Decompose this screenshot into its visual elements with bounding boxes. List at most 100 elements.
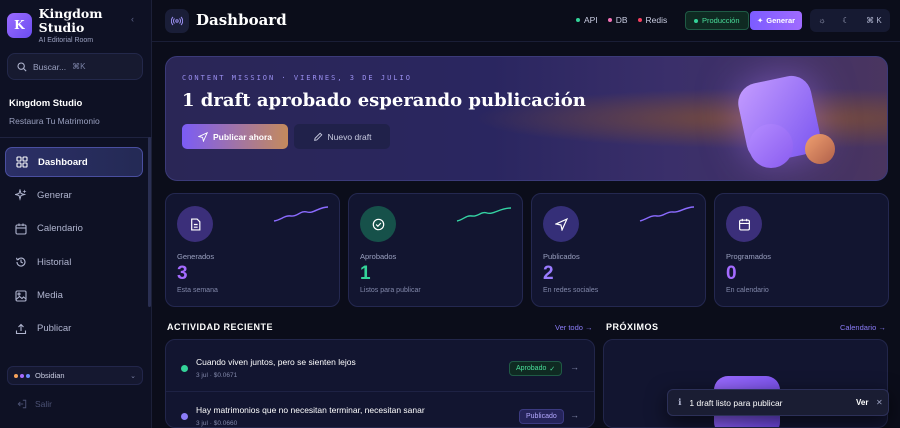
sidebar-divider xyxy=(0,137,152,138)
stat-card-aprobados[interactable]: Aprobados 1 Listos para publicar xyxy=(348,193,523,307)
workspace-name[interactable]: Kingdom Studio xyxy=(9,98,82,109)
info-icon: ℹ xyxy=(678,397,682,407)
status-badge: Aprobado ✓ xyxy=(509,361,563,376)
sidebar-item-label: Publicar xyxy=(37,323,72,335)
moon-icon[interactable]: ☾ xyxy=(842,16,849,25)
send-icon xyxy=(197,131,208,142)
theme-dot xyxy=(26,373,30,378)
page-title: Dashboard xyxy=(196,11,287,29)
stat-label: Publicados xyxy=(543,252,580,261)
status-dot xyxy=(181,413,188,420)
search-icon xyxy=(17,61,27,72)
activity-item[interactable]: Cuando viven juntos, pero se sienten lej… xyxy=(166,340,594,390)
service-status: API DB Redis xyxy=(576,15,667,25)
top-header: Dashboard API DB Redis Producción ✦ Gener… xyxy=(152,0,900,42)
command-shortcut[interactable]: ⌘ K xyxy=(866,16,882,25)
status-redis: Redis xyxy=(637,15,667,25)
check-circle-icon xyxy=(360,206,396,242)
view-all-link[interactable]: Ver todo → xyxy=(555,323,593,332)
hero-eyebrow: CONTENT MISSION · VIERNES, 3 DE JULIO xyxy=(182,74,412,82)
hero-title: 1 draft aprobado esperando publicación xyxy=(182,90,586,111)
sidebar-item-calendario[interactable]: Calendario xyxy=(5,214,143,244)
search-input[interactable]: Buscar... ⌘K xyxy=(7,53,143,80)
theme-dots xyxy=(14,373,30,378)
header-tools: ☼ ☾ ⌘ K xyxy=(810,9,890,32)
search-placeholder: Buscar... xyxy=(33,61,67,72)
brand-logo: K xyxy=(7,12,32,38)
stat-card-programados[interactable]: Programados 0 En calendario xyxy=(714,193,889,307)
stat-sub: En redes sociales xyxy=(543,287,599,294)
brand[interactable]: K Kingdom Studio AI Editorial Room xyxy=(7,7,151,44)
close-icon[interactable]: ✕ xyxy=(876,398,883,407)
calendar-icon xyxy=(15,223,27,235)
sidebar-item-label: Calendario xyxy=(37,223,83,235)
sidebar-item-generar[interactable]: Generar xyxy=(5,180,143,210)
status-api: API xyxy=(576,15,598,25)
environment-badge[interactable]: Producción xyxy=(685,11,749,30)
activity-item-title: Hay matrimonios que no necesitan termina… xyxy=(196,405,425,415)
sidebar-nav: Dashboard Generar Calendario Historial M… xyxy=(5,147,143,347)
sidebar-item-label: Historial xyxy=(37,256,72,268)
search-shortcut: ⌘K xyxy=(72,62,86,71)
status-dot xyxy=(181,365,188,372)
stat-value: 1 xyxy=(360,263,371,284)
history-icon xyxy=(15,257,26,267)
stat-card-generados[interactable]: Generados 3 Esta semana xyxy=(165,193,340,307)
logout-button[interactable]: Salir xyxy=(17,399,52,409)
calendar-icon xyxy=(726,206,762,242)
stat-value: 2 xyxy=(543,263,554,284)
brand-subtitle: AI Editorial Room xyxy=(38,36,94,44)
sidebar-item-media[interactable]: Media xyxy=(5,281,143,311)
stat-sub: Listos para publicar xyxy=(360,287,421,294)
sidebar-item-dashboard[interactable]: Dashboard xyxy=(5,147,143,177)
brand-name: Kingdom Studio xyxy=(38,6,103,35)
sidebar-item-label: Generar xyxy=(37,189,72,201)
hero-banner: CONTENT MISSION · VIERNES, 3 DE JULIO 1 … xyxy=(165,56,888,181)
sun-icon[interactable]: ☼ xyxy=(818,16,825,25)
upcoming-title: PRÓXIMOS xyxy=(606,322,659,332)
stat-sub: En calendario xyxy=(726,287,769,294)
publish-now-button[interactable]: Publicar ahora xyxy=(182,124,288,149)
theme-select[interactable]: Obsidian ⌄ xyxy=(7,366,143,385)
stat-value: 0 xyxy=(726,263,737,284)
logout-icon xyxy=(17,399,27,409)
pencil-icon xyxy=(313,132,322,141)
broadcast-icon xyxy=(165,9,189,33)
theme-dot xyxy=(14,373,18,378)
sidebar: K Kingdom Studio AI Editorial Room ‹ Bus… xyxy=(0,0,152,428)
sidebar-item-historial[interactable]: Historial xyxy=(5,247,143,277)
generate-button[interactable]: ✦ Generar xyxy=(750,11,803,30)
send-icon xyxy=(543,206,579,242)
arrow-right-icon[interactable]: → xyxy=(570,362,579,372)
stat-card-publicados[interactable]: Publicados 2 En redes sociales xyxy=(531,193,706,307)
sidebar-item-label: Dashboard xyxy=(38,156,88,168)
activity-item-meta: 3 jul · $0.0671 xyxy=(196,372,238,379)
activity-item-title: Cuando viven juntos, pero se sienten lej… xyxy=(196,357,356,367)
activity-item-meta: 3 jul · $0.0660 xyxy=(196,420,238,427)
toast-notification: ℹ 1 draft listo para publicar Ver ✕ xyxy=(667,389,889,416)
calendar-link[interactable]: Calendario → xyxy=(840,323,886,332)
grid-icon xyxy=(16,156,28,168)
arrow-right-icon[interactable]: → xyxy=(570,410,579,420)
sparkline xyxy=(456,207,512,222)
stat-value: 3 xyxy=(177,263,188,284)
hero-illustration-circle xyxy=(749,124,793,168)
toast-view-button[interactable]: Ver xyxy=(856,398,868,407)
chevron-down-icon: ⌄ xyxy=(130,372,136,380)
logout-label: Salir xyxy=(35,399,53,409)
stat-label: Programados xyxy=(726,252,772,261)
new-draft-button[interactable]: Nuevo draft xyxy=(294,124,390,149)
stat-label: Generados xyxy=(177,252,215,261)
sidebar-item-publicar[interactable]: Publicar xyxy=(5,314,143,344)
activity-item[interactable]: Hay matrimonios que no necesitan termina… xyxy=(166,391,594,427)
theme-dot xyxy=(20,373,24,378)
status-db: DB xyxy=(607,15,628,25)
collapse-sidebar-icon[interactable]: ‹ xyxy=(131,14,134,24)
sparkline xyxy=(273,206,329,222)
sidebar-item-label: Media xyxy=(37,290,63,302)
activity-title: ACTIVIDAD RECIENTE xyxy=(167,322,274,332)
hero-illustration-orb xyxy=(805,134,835,164)
sidebar-scrollbar[interactable] xyxy=(148,137,151,307)
check-icon: ✓ xyxy=(549,365,556,373)
theme-label: Obsidian xyxy=(35,371,65,380)
